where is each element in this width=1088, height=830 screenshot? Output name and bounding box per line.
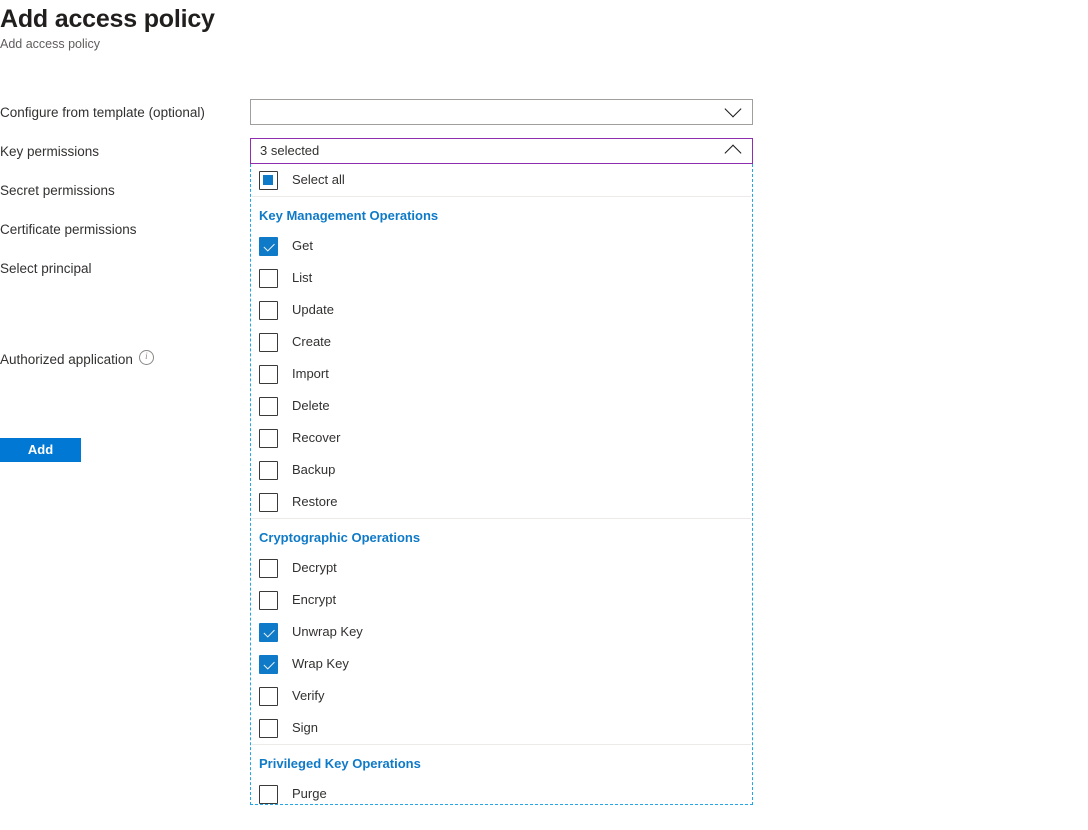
option-label: Wrap Key — [292, 654, 349, 674]
option-groups: Key Management Operations Get List Update Cr… — [251, 197, 752, 805]
option-label: Restore — [292, 492, 338, 512]
label-select-principal: Select principal — [0, 259, 92, 279]
checkbox-unchecked-icon[interactable] — [259, 559, 278, 578]
option-restore[interactable]: Restore — [251, 486, 752, 518]
option-import[interactable]: Import — [251, 358, 752, 390]
option-encrypt[interactable]: Encrypt — [251, 584, 752, 616]
option-update[interactable]: Update — [251, 294, 752, 326]
label-secret-permissions: Secret permissions — [0, 181, 115, 201]
option-label: Unwrap Key — [292, 622, 363, 642]
label-key-permissions: Key permissions — [0, 142, 99, 162]
checkbox-unchecked-icon[interactable] — [259, 461, 278, 480]
page-title: Add access policy — [0, 4, 215, 34]
option-label: Decrypt — [292, 558, 337, 578]
option-label: Sign — [292, 718, 318, 738]
option-label: Create — [292, 332, 331, 352]
checkbox-unchecked-icon[interactable] — [259, 301, 278, 320]
option-label: List — [292, 268, 312, 288]
checkbox-unchecked-icon[interactable] — [259, 719, 278, 738]
option-wrap-key[interactable]: Wrap Key — [251, 648, 752, 680]
checkbox-unchecked-icon[interactable] — [259, 429, 278, 448]
checkbox-unchecked-icon[interactable] — [259, 591, 278, 610]
checkbox-unchecked-icon[interactable] — [259, 365, 278, 384]
option-group-header: Cryptographic Operations — [251, 519, 752, 552]
option-verify[interactable]: Verify — [251, 680, 752, 712]
info-icon — [139, 350, 154, 365]
option-get[interactable]: Get — [251, 230, 752, 262]
option-label: Update — [292, 300, 334, 320]
option-purge[interactable]: Purge — [251, 778, 752, 805]
option-sign[interactable]: Sign — [251, 712, 752, 744]
option-unwrap-key[interactable]: Unwrap Key — [251, 616, 752, 648]
option-label: Verify — [292, 686, 325, 706]
label-authorized-application: Authorized application — [0, 350, 154, 370]
checkbox-indeterminate-icon[interactable] — [259, 171, 278, 190]
option-recover[interactable]: Recover — [251, 422, 752, 454]
key-permissions-select[interactable]: 3 selected — [250, 138, 753, 164]
option-backup[interactable]: Backup — [251, 454, 752, 486]
option-create[interactable]: Create — [251, 326, 752, 358]
option-label: Backup — [292, 460, 335, 480]
option-label: Get — [292, 236, 313, 256]
option-select-all[interactable]: Select all — [251, 164, 752, 196]
checkbox-unchecked-icon[interactable] — [259, 269, 278, 288]
option-label: Recover — [292, 428, 340, 448]
key-permissions-value: 3 selected — [251, 139, 716, 163]
chevron-up-icon — [716, 139, 752, 163]
option-label: Import — [292, 364, 329, 384]
option-label: Purge — [292, 784, 327, 804]
option-decrypt[interactable]: Decrypt — [251, 552, 752, 584]
page-subtitle: Add access policy — [0, 36, 100, 52]
option-label: Delete — [292, 396, 330, 416]
checkbox-checked-icon[interactable] — [259, 655, 278, 674]
chevron-down-icon — [716, 100, 752, 124]
add-button[interactable]: Add — [0, 438, 81, 462]
option-delete[interactable]: Delete — [251, 390, 752, 422]
option-group-header: Privileged Key Operations — [251, 745, 752, 778]
checkbox-unchecked-icon[interactable] — [259, 493, 278, 512]
checkbox-unchecked-icon[interactable] — [259, 785, 278, 804]
option-label: Select all — [292, 170, 345, 190]
configure-from-template-select[interactable] — [250, 99, 753, 125]
checkbox-unchecked-icon[interactable] — [259, 397, 278, 416]
checkbox-unchecked-icon[interactable] — [259, 687, 278, 706]
option-group-header: Key Management Operations — [251, 197, 752, 230]
authorized-application-text: Authorized application — [0, 352, 133, 367]
checkbox-unchecked-icon[interactable] — [259, 333, 278, 352]
label-configure-from-template: Configure from template (optional) — [0, 103, 205, 123]
key-permissions-dropdown-panel: Select all Key Management Operations Get L… — [250, 164, 753, 805]
option-label: Encrypt — [292, 590, 336, 610]
label-certificate-permissions: Certificate permissions — [0, 220, 137, 240]
checkbox-checked-icon[interactable] — [259, 237, 278, 256]
option-list[interactable]: List — [251, 262, 752, 294]
checkbox-checked-icon[interactable] — [259, 623, 278, 642]
